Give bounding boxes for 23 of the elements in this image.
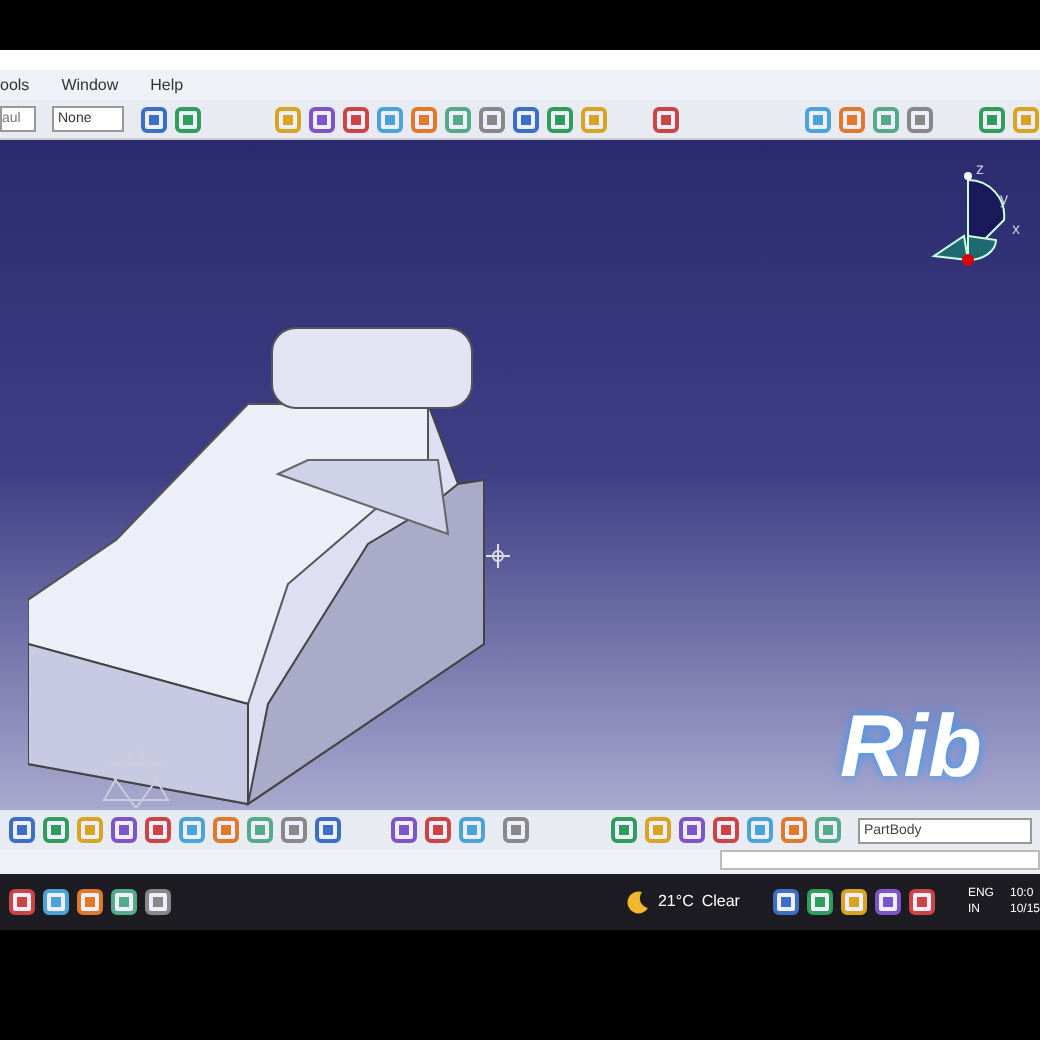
- tool-icon[interactable]: [771, 888, 800, 916]
- tool-icon[interactable]: [873, 888, 902, 916]
- axis-label: y: [1000, 190, 1008, 208]
- weather-temperature: 21°C: [657, 890, 694, 914]
- menu-item[interactable]: Window: [61, 73, 119, 97]
- menu-item[interactable]: ools: [0, 73, 30, 97]
- tool-icon[interactable]: [144, 888, 172, 916]
- tool-icon[interactable]: [8, 888, 36, 916]
- cursor-icon: [486, 544, 510, 568]
- menu-item[interactable]: Help: [150, 73, 184, 97]
- tool-icon[interactable]: [839, 888, 868, 916]
- plane-icon: [96, 740, 176, 808]
- axis-label: z: [976, 160, 984, 178]
- tool-icon[interactable]: [76, 888, 104, 916]
- weather-text: Clear: [701, 890, 740, 914]
- tool-icon[interactable]: [805, 888, 834, 916]
- command-field[interactable]: [720, 850, 1040, 870]
- tool-icon[interactable]: [110, 888, 138, 916]
- axis-label: x: [1012, 220, 1020, 238]
- moon-icon: [625, 890, 650, 914]
- tool-icon[interactable]: [907, 888, 936, 916]
- tool-icon[interactable]: [42, 888, 70, 916]
- video-caption: Rib: [840, 704, 982, 792]
